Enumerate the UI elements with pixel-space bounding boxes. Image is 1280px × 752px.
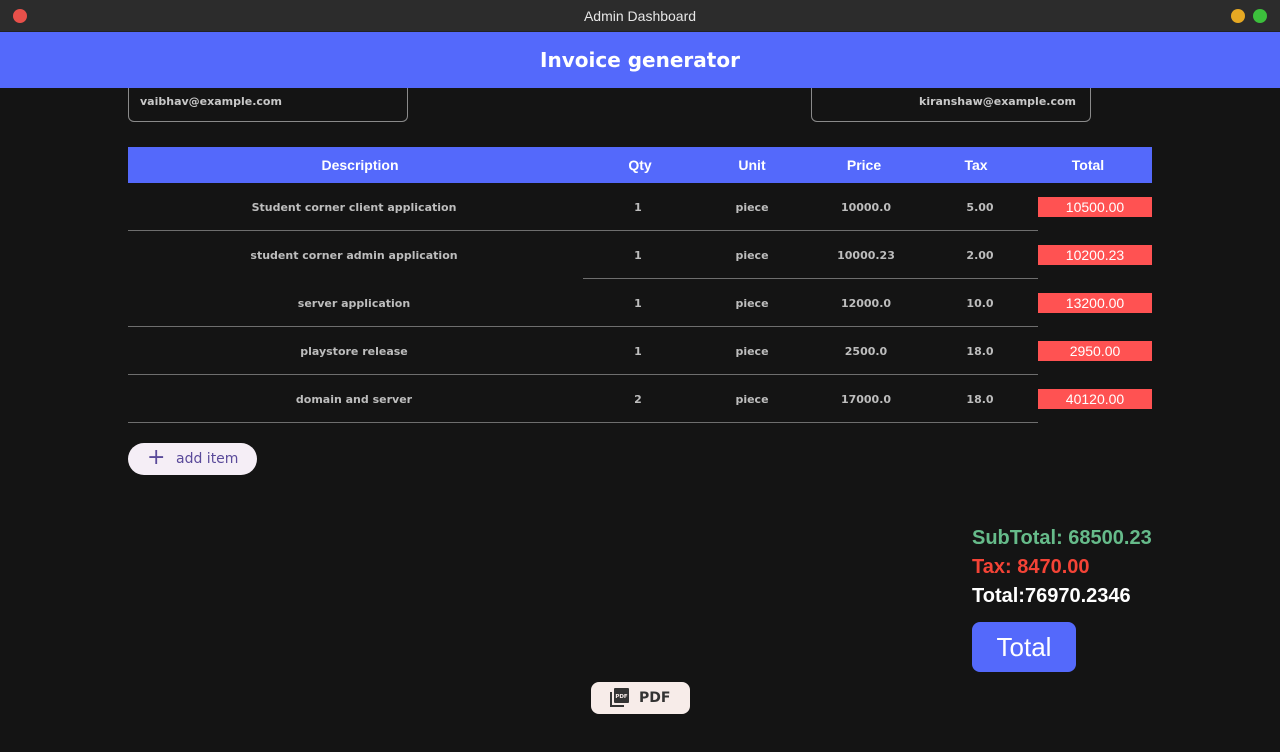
cell-tax[interactable]: 5.00 xyxy=(932,201,1028,214)
cell-price[interactable]: 2500.0 xyxy=(818,345,914,358)
window-maximize-button[interactable] xyxy=(1253,9,1267,23)
cell-qty[interactable]: 1 xyxy=(590,201,686,214)
to-email-field[interactable]: kiranshaw@example.com xyxy=(811,88,1091,122)
cell-tax[interactable]: 18.0 xyxy=(932,345,1028,358)
subtotal-text: SubTotal: 68500.23 xyxy=(972,527,1152,549)
cell-description[interactable]: Student corner client application xyxy=(128,201,580,214)
cell-price[interactable]: 17000.0 xyxy=(818,393,914,406)
pdf-label: PDF xyxy=(639,690,671,706)
header-tax: Tax xyxy=(964,157,988,173)
cell-unit[interactable]: piece xyxy=(704,297,800,310)
cell-description[interactable]: server application xyxy=(128,297,580,310)
cell-unit[interactable]: piece xyxy=(704,249,800,262)
grand-total-text: Total:76970.2346 xyxy=(972,585,1131,607)
page-title: Invoice generator xyxy=(540,48,740,72)
cell-qty[interactable]: 1 xyxy=(590,345,686,358)
from-email-value: vaibhav@example.com xyxy=(140,95,282,108)
cell-total: 10500.00 xyxy=(1038,197,1152,217)
header-unit: Unit xyxy=(738,157,766,173)
cell-tax[interactable]: 10.0 xyxy=(932,297,1028,310)
table-row[interactable]: server application 1 piece 12000.0 10.0 … xyxy=(128,279,1152,327)
to-email-value: kiranshaw@example.com xyxy=(919,95,1076,108)
add-item-label: add item xyxy=(176,451,239,467)
cell-total: 2950.00 xyxy=(1038,341,1152,361)
pdf-icon: PDF xyxy=(610,688,629,707)
cell-tax[interactable]: 2.00 xyxy=(932,249,1028,262)
header-description: Description xyxy=(321,157,399,173)
cell-unit[interactable]: piece xyxy=(704,393,800,406)
table-row[interactable]: domain and server 2 piece 17000.0 18.0 4… xyxy=(128,375,1152,423)
add-item-button[interactable]: + add item xyxy=(128,443,257,475)
cell-description[interactable]: student corner admin application xyxy=(128,249,580,262)
header-qty: Qty xyxy=(628,157,652,173)
cell-description[interactable]: playstore release xyxy=(128,345,580,358)
cell-price[interactable]: 12000.0 xyxy=(818,297,914,310)
cell-tax[interactable]: 18.0 xyxy=(932,393,1028,406)
from-email-field[interactable]: vaibhav@example.com xyxy=(128,88,408,122)
table-row[interactable]: playstore release 1 piece 2500.0 18.0 29… xyxy=(128,327,1152,375)
cell-total: 13200.00 xyxy=(1038,293,1152,313)
cell-total: 40120.00 xyxy=(1038,389,1152,409)
table-header: Description Qty Unit Price Tax Total xyxy=(128,147,1152,183)
table-row[interactable]: student corner admin application 1 piece… xyxy=(128,231,1152,279)
window-titlebar: Admin Dashboard xyxy=(0,0,1280,32)
cell-price[interactable]: 10000.0 xyxy=(818,201,914,214)
cell-unit[interactable]: piece xyxy=(704,201,800,214)
app-bar: Invoice generator xyxy=(0,32,1280,88)
header-price: Price xyxy=(846,157,882,173)
pdf-button[interactable]: PDF PDF xyxy=(591,682,690,714)
header-total: Total xyxy=(1071,157,1105,173)
tax-text: Tax: 8470.00 xyxy=(972,556,1090,578)
cell-qty[interactable]: 1 xyxy=(590,297,686,310)
window-title: Admin Dashboard xyxy=(583,8,697,24)
cell-description[interactable]: domain and server xyxy=(128,393,580,406)
table-row[interactable]: Student corner client application 1 piec… xyxy=(128,183,1152,231)
window-minimize-button[interactable] xyxy=(1231,9,1245,23)
total-button[interactable]: Total xyxy=(972,622,1076,672)
cell-price[interactable]: 10000.23 xyxy=(818,249,914,262)
cell-total: 10200.23 xyxy=(1038,245,1152,265)
row-divider xyxy=(128,422,1038,423)
plus-icon: + xyxy=(147,445,166,470)
cell-unit[interactable]: piece xyxy=(704,345,800,358)
svg-text:PDF: PDF xyxy=(615,694,628,700)
cell-qty[interactable]: 2 xyxy=(590,393,686,406)
cell-qty[interactable]: 1 xyxy=(590,249,686,262)
